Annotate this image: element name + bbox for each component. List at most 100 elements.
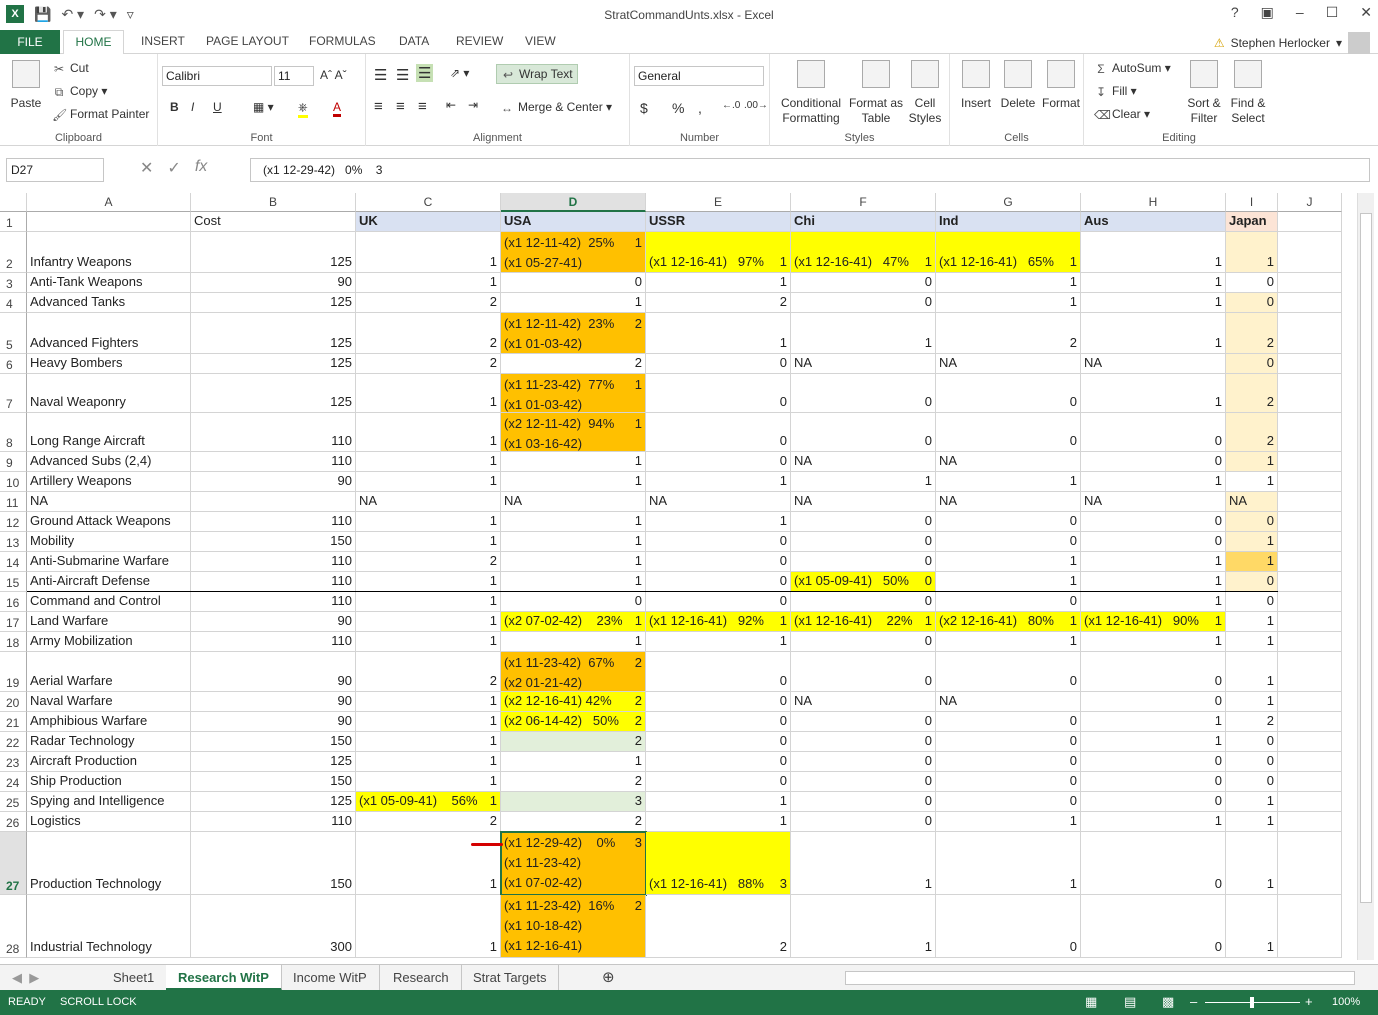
borders-icon[interactable]: ▦ ▾ <box>253 100 274 114</box>
underline-button[interactable]: U <box>213 100 222 114</box>
cell-a14[interactable]: Anti-Submarine Warfare <box>27 552 191 572</box>
cell-f6[interactable]: NA <box>791 354 936 374</box>
font-size-select[interactable]: 11 <box>274 66 314 86</box>
cell-a22[interactable]: Radar Technology <box>27 732 191 752</box>
cell-g1[interactable]: Ind <box>936 212 1081 232</box>
cell-i23[interactable]: 0 <box>1226 752 1278 772</box>
cell-c11[interactable]: NA <box>356 492 501 512</box>
cell-e9[interactable]: 0 <box>646 452 791 472</box>
cell-h18[interactable]: 1 <box>1081 632 1226 652</box>
autosum-button[interactable]: Σ AutoSum ▾ <box>1094 61 1170 75</box>
cell-i22[interactable]: 0 <box>1226 732 1278 752</box>
cell-g18[interactable]: 1 <box>936 632 1081 652</box>
cell-c8[interactable]: 1 <box>356 413 501 452</box>
cell-h26[interactable]: 1 <box>1081 812 1226 832</box>
cell-c20[interactable]: 1 <box>356 692 501 712</box>
merge-center-button[interactable]: ↔ Merge & Center ▾ <box>500 100 612 114</box>
cell-c4[interactable]: 2 <box>356 293 501 313</box>
cell-j4[interactable] <box>1278 293 1342 313</box>
cell-f18[interactable]: 0 <box>791 632 936 652</box>
row-header-27[interactable]: 27 <box>0 832 27 895</box>
decrease-indent-icon[interactable]: ⇤ <box>446 98 456 112</box>
cell-h3[interactable]: 1 <box>1081 273 1226 293</box>
row-header-22[interactable]: 22 <box>0 732 27 752</box>
cell-d12[interactable]: 1 <box>501 512 646 532</box>
cell-b23[interactable]: 125 <box>191 752 356 772</box>
cell-g10[interactable]: 1 <box>936 472 1081 492</box>
cell-g7[interactable]: 0 <box>936 374 1081 413</box>
find-select-button[interactable]: Find & Select <box>1226 60 1270 126</box>
cell-j28[interactable] <box>1278 895 1342 958</box>
column-header-j[interactable]: J <box>1278 193 1342 212</box>
cell-d22[interactable]: 2 <box>501 732 646 752</box>
scroll-thumb[interactable] <box>1360 213 1372 903</box>
cell-i13[interactable]: 1 <box>1226 532 1278 552</box>
cell-g8[interactable]: 0 <box>936 413 1081 452</box>
row-header-12[interactable]: 12 <box>0 512 27 532</box>
cell-c13[interactable]: 1 <box>356 532 501 552</box>
sheet-tab-sheet1[interactable]: Sheet1 <box>101 965 168 991</box>
cell-d7[interactable]: (x1 11-23-42) 77% 1 (x1 01-03-42) <box>501 374 646 413</box>
row-header-5[interactable]: 5 <box>0 313 27 354</box>
sheet-tab-research[interactable]: Research <box>381 965 462 991</box>
cell-d3[interactable]: 0 <box>501 273 646 293</box>
fill-color-icon[interactable]: ⎈ <box>298 100 308 118</box>
cell-e4[interactable]: 2 <box>646 293 791 313</box>
tab-home[interactable]: HOME <box>63 30 124 55</box>
row-header-20[interactable]: 20 <box>0 692 27 712</box>
cell-i26[interactable]: 1 <box>1226 812 1278 832</box>
cell-b24[interactable]: 150 <box>191 772 356 792</box>
cell-h6[interactable]: NA <box>1081 354 1226 374</box>
cell-e28[interactable]: 2 <box>646 895 791 958</box>
column-header-h[interactable]: H <box>1081 193 1226 212</box>
cell-f27[interactable]: 1 <box>791 832 936 895</box>
align-top-icon[interactable]: ☰ <box>374 66 387 84</box>
cell-j6[interactable] <box>1278 354 1342 374</box>
cell-c17[interactable]: 1 <box>356 612 501 632</box>
cell-d28[interactable]: (x1 11-23-42) 16% 2 (x1 10-18-42) (x1 12-16… <box>501 895 646 958</box>
cell-e13[interactable]: 0 <box>646 532 791 552</box>
cell-f22[interactable]: 0 <box>791 732 936 752</box>
cell-d5[interactable]: (x1 12-11-42) 23% 2 (x1 01-03-42) <box>501 313 646 354</box>
row-header-21[interactable]: 21 <box>0 712 27 732</box>
cell-b21[interactable]: 90 <box>191 712 356 732</box>
cell-c10[interactable]: 1 <box>356 472 501 492</box>
cell-f12[interactable]: 0 <box>791 512 936 532</box>
wrap-text-button[interactable]: ↩ Wrap Text <box>496 64 578 84</box>
cell-h15[interactable]: 1 <box>1081 572 1226 592</box>
cell-g12[interactable]: 0 <box>936 512 1081 532</box>
cell-g23[interactable]: 0 <box>936 752 1081 772</box>
cell-f21[interactable]: 0 <box>791 712 936 732</box>
cell-f9[interactable]: NA <box>791 452 936 472</box>
cell-j21[interactable] <box>1278 712 1342 732</box>
cell-g20[interactable]: NA <box>936 692 1081 712</box>
cell-h28[interactable]: 0 <box>1081 895 1226 958</box>
cell-f19[interactable]: 0 <box>791 652 936 692</box>
cell-e5[interactable]: 1 <box>646 313 791 354</box>
row-header-10[interactable]: 10 <box>0 472 27 492</box>
cell-b12[interactable]: 110 <box>191 512 356 532</box>
cell-d17[interactable]: (x2 07-02-42) 23% 1 <box>501 612 646 632</box>
row-header-7[interactable]: 7 <box>0 374 27 413</box>
cell-f10[interactable]: 1 <box>791 472 936 492</box>
cell-d18[interactable]: 1 <box>501 632 646 652</box>
cell-e17[interactable]: (x1 12-16-41) 92% 1 <box>646 612 791 632</box>
cell-h12[interactable]: 0 <box>1081 512 1226 532</box>
cell-e26[interactable]: 1 <box>646 812 791 832</box>
cell-e2[interactable]: (x1 12-16-41) 97% 1 <box>646 232 791 273</box>
cell-a9[interactable]: Advanced Subs (2,4) <box>27 452 191 472</box>
cell-j13[interactable] <box>1278 532 1342 552</box>
paste-button[interactable]: Paste <box>6 60 46 111</box>
cell-d23[interactable]: 1 <box>501 752 646 772</box>
maximize-icon[interactable]: ☐ <box>1326 4 1339 21</box>
cell-b28[interactable]: 300 <box>191 895 356 958</box>
cell-j10[interactable] <box>1278 472 1342 492</box>
cell-a12[interactable]: Ground Attack Weapons <box>27 512 191 532</box>
column-header-e[interactable]: E <box>646 193 791 212</box>
ribbon-display-icon[interactable]: ▣ <box>1261 4 1274 21</box>
cell-f14[interactable]: 0 <box>791 552 936 572</box>
row-header-23[interactable]: 23 <box>0 752 27 772</box>
cell-e10[interactable]: 1 <box>646 472 791 492</box>
cell-c5[interactable]: 2 <box>356 313 501 354</box>
increase-decimal-icon[interactable]: ←.0 <box>722 100 740 111</box>
